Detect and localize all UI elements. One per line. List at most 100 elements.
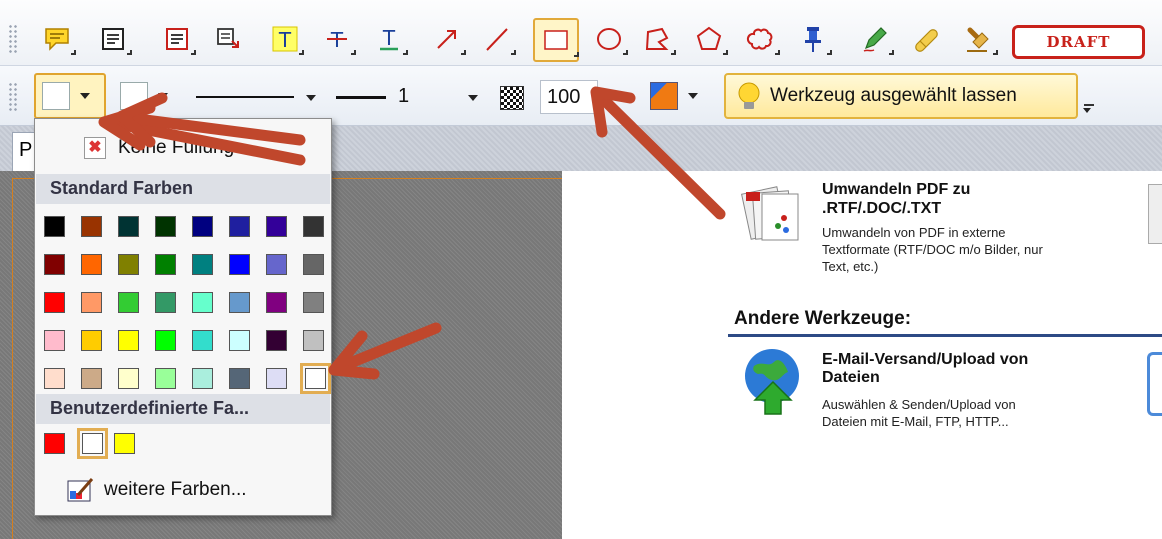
color-swatch[interactable]: [192, 216, 213, 237]
color-swatch[interactable]: [44, 330, 65, 351]
line-width-input[interactable]: 1: [392, 80, 456, 114]
line-width-sample[interactable]: [336, 96, 386, 99]
underline-text-icon: T: [380, 26, 398, 51]
color-swatch[interactable]: [118, 216, 139, 237]
line-color-swatch: [120, 82, 148, 110]
color-swatch[interactable]: [44, 216, 65, 237]
color-swatch[interactable]: [81, 216, 102, 237]
color-swatch[interactable]: [300, 363, 331, 394]
more-colors-label: weitere Farben...: [104, 479, 247, 500]
color-swatch[interactable]: [192, 254, 213, 275]
line-style-sample[interactable]: [196, 96, 294, 98]
convert-pdf-title-line2[interactable]: .RTF/.DOC/.TXT: [822, 200, 941, 218]
color-swatch[interactable]: [229, 330, 250, 351]
color-swatch[interactable]: [44, 368, 65, 389]
opacity-input[interactable]: 100: [540, 80, 598, 114]
color-swatch[interactable]: [155, 216, 176, 237]
arrow-tool-button[interactable]: [430, 20, 466, 58]
replace-text-tool-button[interactable]: [212, 20, 246, 58]
color-swatch[interactable]: [155, 368, 176, 389]
line-tool-button[interactable]: [480, 20, 516, 58]
email-upload-title-line2[interactable]: Dateien: [822, 369, 880, 387]
color-swatch[interactable]: [118, 292, 139, 313]
eraser-icon: [915, 29, 938, 52]
pin-tool-button[interactable]: [796, 20, 832, 58]
text-color-dropdown[interactable]: [646, 73, 714, 119]
strikeout-text-tool-button[interactable]: T: [320, 20, 356, 58]
line-width-dropdown-icon[interactable]: [468, 95, 478, 101]
color-swatch[interactable]: [81, 254, 102, 275]
color-swatch[interactable]: [81, 330, 102, 351]
pdf-convert-icon[interactable]: [740, 182, 808, 252]
fill-color-dropdown[interactable]: [34, 73, 106, 119]
color-swatch[interactable]: [229, 216, 250, 237]
color-swatch-icon: [650, 82, 678, 110]
color-swatch[interactable]: [266, 330, 287, 351]
rectangle-tool-button[interactable]: [533, 18, 579, 62]
color-swatch[interactable]: [81, 368, 102, 389]
line-style-dropdown-icon[interactable]: [306, 95, 316, 101]
more-colors-option[interactable]: weitere Farben...: [66, 477, 247, 503]
note-tool-button[interactable]: [96, 20, 132, 58]
color-swatch[interactable]: [118, 368, 139, 389]
highlight-text-tool-button[interactable]: T: [268, 20, 304, 58]
polyline-tool-button[interactable]: [640, 20, 676, 58]
email-upload-desc-line2: Dateien mit E-Mail, FTP, HTTP...: [822, 414, 1009, 429]
chevron-down-icon: [158, 93, 168, 99]
line-color-dropdown[interactable]: [114, 73, 176, 119]
toolbar-grip[interactable]: [8, 24, 18, 54]
keep-tool-selected-button[interactable]: Werkzeug ausgewählt lassen: [724, 73, 1078, 119]
cloud-tool-button[interactable]: [744, 20, 780, 58]
no-fill-option[interactable]: ✖ Keine Füllung: [84, 137, 234, 159]
underline-text-tool-button[interactable]: T: [372, 20, 408, 58]
color-swatch[interactable]: [266, 216, 287, 237]
fill-color-swatch: [42, 82, 70, 110]
color-swatch[interactable]: [266, 368, 287, 389]
color-swatch[interactable]: [44, 254, 65, 275]
eraser-tool-button[interactable]: [910, 20, 944, 58]
color-swatch[interactable]: [81, 292, 102, 313]
toolbar-overflow-icon[interactable]: [1084, 104, 1094, 106]
arrow-icon: [437, 30, 456, 49]
convert-pdf-title-line1[interactable]: Umwandeln PDF zu: [822, 181, 970, 199]
color-swatch[interactable]: [192, 292, 213, 313]
custom-color-swatch[interactable]: [114, 433, 135, 454]
color-swatch[interactable]: [229, 292, 250, 313]
color-swatch[interactable]: [155, 330, 176, 351]
stamp-tool-button[interactable]: [962, 20, 998, 58]
partial-tool-icon[interactable]: [1147, 352, 1162, 416]
color-swatch[interactable]: [266, 292, 287, 313]
color-swatch[interactable]: [303, 254, 324, 275]
toolbar-overflow-chevron-icon[interactable]: [1083, 108, 1091, 113]
ellipse-tool-button[interactable]: [592, 20, 628, 58]
pencil-icon: [863, 27, 887, 52]
convert-pdf-desc-line2: Textformate (RTF/DOC m/o Bilder, nur: [822, 242, 1043, 257]
section-divider: [728, 334, 1162, 337]
partial-tool-icon[interactable]: [1148, 184, 1162, 244]
color-swatch[interactable]: [155, 254, 176, 275]
color-swatch[interactable]: [44, 292, 65, 313]
color-swatch[interactable]: [303, 216, 324, 237]
color-swatch[interactable]: [266, 254, 287, 275]
draft-stamp-button[interactable]: DRAFT: [1012, 25, 1145, 59]
color-swatch[interactable]: [303, 292, 324, 313]
color-swatch[interactable]: [192, 330, 213, 351]
email-upload-title-line1[interactable]: E-Mail-Versand/Upload von: [822, 351, 1028, 369]
custom-color-swatch[interactable]: [77, 428, 108, 459]
color-swatch[interactable]: [229, 368, 250, 389]
color-swatch[interactable]: [229, 254, 250, 275]
custom-color-swatch[interactable]: [44, 433, 65, 454]
email-upload-icon[interactable]: [740, 346, 806, 418]
toolbar-grip[interactable]: [8, 82, 18, 112]
polygon-tool-button[interactable]: [692, 20, 728, 58]
pencil-tool-button[interactable]: [858, 20, 894, 58]
color-swatch[interactable]: [155, 292, 176, 313]
textbox-tool-button[interactable]: [160, 20, 196, 58]
textbox-icon: [166, 28, 188, 50]
note-icon: [102, 28, 124, 50]
color-swatch[interactable]: [303, 330, 324, 351]
color-swatch[interactable]: [118, 254, 139, 275]
color-swatch[interactable]: [118, 330, 139, 351]
comment-tool-button[interactable]: [40, 20, 76, 58]
color-swatch[interactable]: [192, 368, 213, 389]
